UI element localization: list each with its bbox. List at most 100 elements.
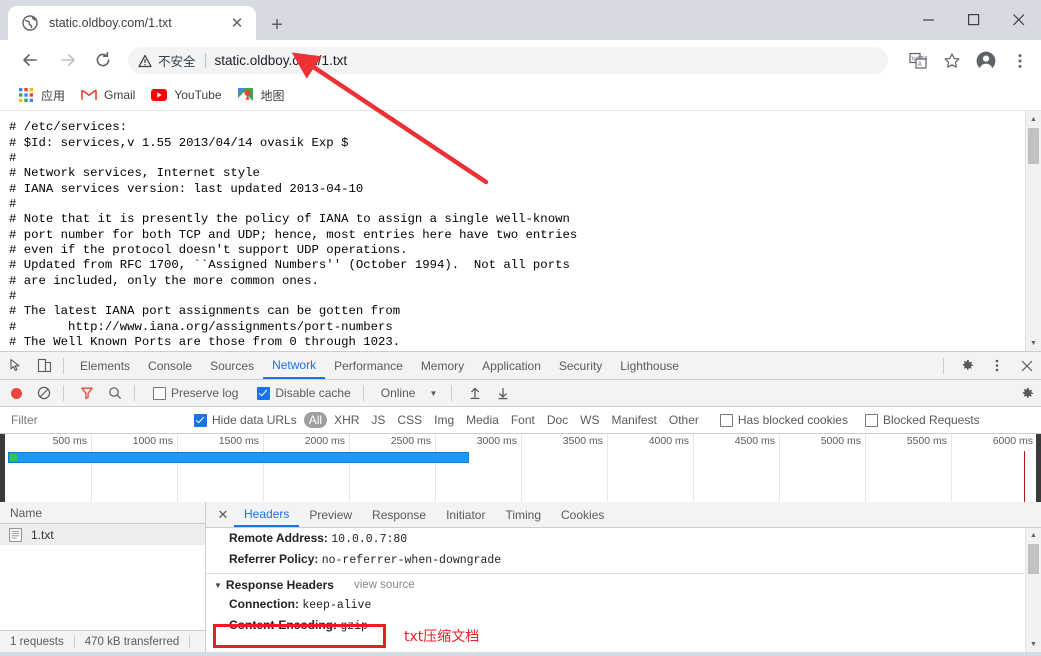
details-tab-timing[interactable]: Timing [495,503,551,527]
settings-gear-icon[interactable] [955,354,979,378]
import-har-icon[interactable] [463,381,487,405]
tick-label: 1000 ms [132,435,173,447]
reload-button[interactable] [91,48,115,72]
filter-type-ws[interactable]: WS [575,412,604,428]
devtools-tabbar-right [936,352,1041,379]
devtools-tab-application[interactable]: Application [473,353,550,379]
devtools-tab-memory[interactable]: Memory [412,353,473,379]
back-button[interactable] [18,48,42,72]
checkbox-box [153,386,166,400]
scrollbar-thumb[interactable] [1028,544,1039,574]
star-icon[interactable] [938,48,966,74]
table-row[interactable]: 1.txt [0,524,205,545]
browser-tab[interactable]: static.oldboy.com/1.txt ✕ [8,6,256,40]
bookmark-apps[interactable]: 应用 [12,83,71,107]
tab-close-icon[interactable]: ✕ [226,12,248,34]
globe-favicon [22,15,38,31]
filter-input[interactable] [9,412,183,428]
network-toolbar: Preserve log Disable cache Online ▼ [0,380,1041,407]
bookmark-maps[interactable]: 地图 [232,83,291,107]
tick-label: 5500 ms [906,435,947,447]
svg-text:A: A [918,61,923,68]
filter-type-media[interactable]: Media [461,412,504,428]
translate-icon[interactable]: \u6587 A [904,48,932,74]
devtools-tab-security[interactable]: Security [550,353,611,379]
network-overview-timeline[interactable]: 500 ms 1000 ms 1500 ms 2000 ms 2500 ms 3… [0,434,1041,505]
scrollbar-thumb[interactable] [1028,128,1039,164]
filter-type-xhr[interactable]: XHR [329,412,364,428]
timeline-tick: 4500 ms [693,434,780,504]
new-tab-button[interactable]: + [264,12,290,38]
close-devtools-icon[interactable] [1015,354,1039,378]
details-tab-cookies[interactable]: Cookies [551,503,614,527]
filter-type-img[interactable]: Img [429,412,459,428]
checkbox-box [864,413,878,427]
device-toolbar-icon[interactable] [32,354,56,378]
devtools-tab-network[interactable]: Network [263,352,326,379]
page-scrollbar[interactable]: ▲ ▼ [1025,111,1041,351]
network-settings-gear-icon[interactable] [1015,382,1039,406]
close-button[interactable] [996,0,1041,40]
throttle-select[interactable]: Online [381,386,416,400]
filter-funnel-icon[interactable] [75,381,99,405]
scroll-up-icon[interactable]: ▲ [1026,112,1041,126]
details-tab-initiator[interactable]: Initiator [436,503,495,527]
filter-type-css[interactable]: CSS [392,412,427,428]
filter-type-other[interactable]: Other [664,412,704,428]
kebab-menu-icon[interactable] [985,354,1009,378]
devtools-tab-elements[interactable]: Elements [71,353,139,379]
record-button-icon[interactable] [4,381,28,405]
overview-right-handle[interactable] [1036,434,1041,504]
address-bar[interactable]: 不安全 static.oldboy.com/1.txt [128,47,888,74]
toolbar-icons: \u6587 A [901,48,1037,74]
page-plaintext: # /etc/services: # $Id: services,v 1.55 … [9,120,578,351]
clear-network-icon[interactable] [32,381,56,405]
export-har-icon[interactable] [491,381,515,405]
filter-type-doc[interactable]: Doc [542,412,573,428]
triangle-down-icon[interactable]: ▼ [214,581,222,590]
request-timeline-bar[interactable] [8,452,469,463]
preserve-log-checkbox[interactable]: Preserve log [148,386,238,400]
request-column-header[interactable]: Name [0,502,205,524]
scroll-down-icon[interactable]: ▼ [1026,336,1041,350]
forward-button[interactable] [56,48,80,72]
devtools-tabbar: Elements Console Sources Network Perform… [0,352,1041,380]
chevron-down-icon[interactable]: ▼ [429,389,437,398]
devtools-tab-lighthouse[interactable]: Lighthouse [611,353,688,379]
hide-data-urls-checkbox[interactable]: Hide data URLs [189,413,297,427]
security-status-label: 不安全 [158,55,196,69]
details-scrollbar[interactable]: ▲ ▼ [1025,528,1041,652]
filter-type-font[interactable]: Font [506,412,540,428]
inspect-element-icon[interactable] [4,354,28,378]
details-tab-preview[interactable]: Preview [299,503,362,527]
checkbox-box [194,413,207,427]
bookmark-gmail[interactable]: Gmail [75,83,141,107]
scroll-down-icon[interactable]: ▼ [1026,638,1041,651]
view-source-link[interactable]: view source [354,579,415,591]
filter-type-manifest[interactable]: Manifest [607,412,662,428]
details-tab-response[interactable]: Response [362,503,436,527]
has-blocked-cookies-checkbox[interactable]: Has blocked cookies [715,413,848,427]
devtools-tab-console[interactable]: Console [139,353,201,379]
response-headers-section[interactable]: ▼ Response Headers view source [206,574,1041,594]
devtools-tab-sources[interactable]: Sources [201,353,263,379]
devtools-tab-performance[interactable]: Performance [325,353,412,379]
filter-type-all[interactable]: All [303,412,328,428]
filter-type-js[interactable]: JS [366,412,390,428]
not-secure-warning-icon [138,54,152,68]
bookmark-youtube[interactable]: YouTube [145,83,227,107]
search-icon[interactable] [103,381,127,405]
toolbar-divider [134,385,135,401]
details-tab-headers[interactable]: Headers [234,502,300,527]
disable-cache-checkbox[interactable]: Disable cache [252,386,351,400]
maximize-button[interactable] [951,0,996,40]
scroll-up-icon[interactable]: ▲ [1026,529,1041,542]
profile-icon[interactable] [972,48,1000,74]
omnibox-divider [204,53,206,68]
timeline-tick: 500 ms [0,434,92,504]
headers-content: Remote Address: 10.0.0.7:80 Referrer Pol… [206,528,1041,652]
minimize-button[interactable] [906,0,951,40]
close-details-icon[interactable]: ✕ [212,504,234,526]
kebab-menu-icon[interactable] [1006,48,1034,74]
blocked-requests-checkbox[interactable]: Blocked Requests [860,413,980,427]
